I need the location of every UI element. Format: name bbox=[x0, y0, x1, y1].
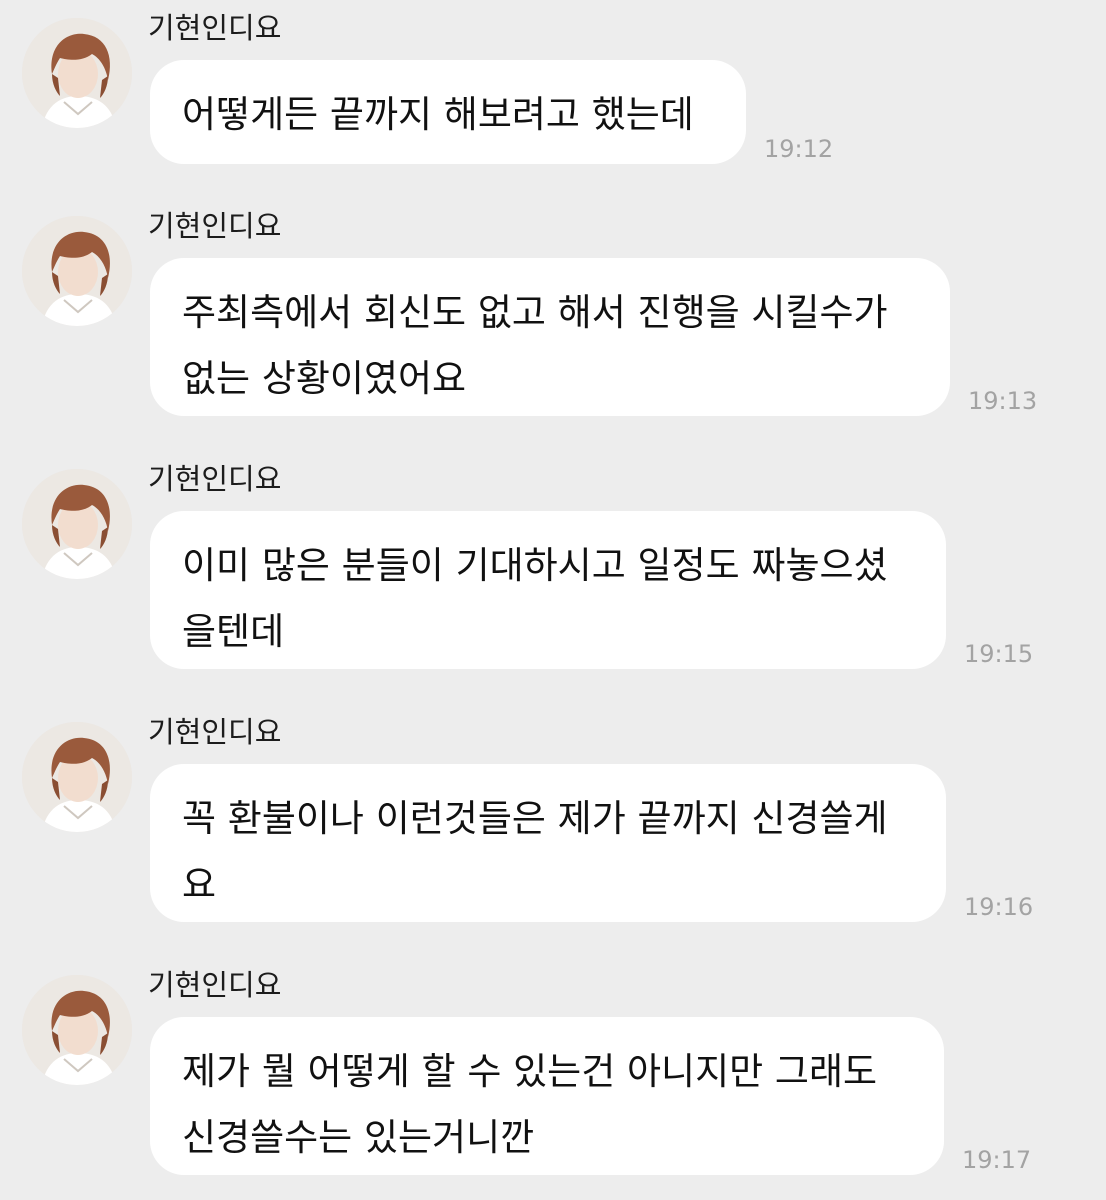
message-bubble[interactable]: 제가 뭘 어떻게 할 수 있는건 아니지만 그래도 신경쓸수는 있는거니깐 bbox=[150, 1017, 944, 1175]
profile-photo-icon bbox=[22, 18, 132, 128]
message-bubble[interactable]: 주최측에서 회신도 없고 해서 진행을 시킬수가 없는 상황이였어요 bbox=[150, 258, 950, 416]
message-time: 19:15 bbox=[964, 640, 1034, 668]
avatar[interactable] bbox=[22, 469, 132, 579]
message-time: 19:13 bbox=[968, 387, 1038, 415]
message-text: 이미 많은 분들이 기대하시고 일정도 짜놓으셨 bbox=[182, 544, 888, 587]
sender-name: 기현인디요 bbox=[148, 968, 282, 1002]
sender-name: 기현인디요 bbox=[148, 462, 282, 496]
message-text: 없는 상황이였어요 bbox=[182, 357, 467, 400]
avatar[interactable] bbox=[22, 722, 132, 832]
message-bubble[interactable]: 이미 많은 분들이 기대하시고 일정도 짜놓으셨 을텐데 bbox=[150, 511, 946, 669]
profile-photo-icon bbox=[22, 469, 132, 579]
profile-photo-icon bbox=[22, 216, 132, 326]
profile-photo-icon bbox=[22, 722, 132, 832]
message-text: 어떻게든 끝까지 해보려고 했는데 bbox=[182, 93, 694, 136]
chat-message-list[interactable]: 기현인디요 어떻게든 끝까지 해보려고 했는데 19:12 기현인디요 주최측에… bbox=[0, 0, 1106, 1200]
message-time: 19:16 bbox=[964, 893, 1034, 921]
message-group: 기현인디요 어떻게든 끝까지 해보려고 했는데 19:12 bbox=[0, 8, 1106, 168]
sender-name: 기현인디요 bbox=[148, 209, 282, 243]
message-text: 요 bbox=[182, 863, 217, 906]
message-text: 제가 뭘 어떻게 할 수 있는건 아니지만 그래도 bbox=[182, 1050, 878, 1093]
avatar[interactable] bbox=[22, 975, 132, 1085]
message-text: 신경쓸수는 있는거니깐 bbox=[182, 1116, 535, 1159]
sender-name: 기현인디요 bbox=[148, 715, 282, 749]
message-group: 기현인디요 주최측에서 회신도 없고 해서 진행을 시킬수가 없는 상황이였어요… bbox=[0, 206, 1106, 420]
message-text: 을텐데 bbox=[182, 610, 285, 653]
sender-name: 기현인디요 bbox=[148, 11, 282, 45]
profile-photo-icon bbox=[22, 975, 132, 1085]
message-bubble[interactable]: 꼭 환불이나 이런것들은 제가 끝까지 신경쓸게 요 bbox=[150, 764, 946, 922]
avatar[interactable] bbox=[22, 18, 132, 128]
message-group: 기현인디요 제가 뭘 어떻게 할 수 있는건 아니지만 그래도 신경쓸수는 있는… bbox=[0, 965, 1106, 1179]
avatar[interactable] bbox=[22, 216, 132, 326]
message-text: 꼭 환불이나 이런것들은 제가 끝까지 신경쓸게 bbox=[182, 797, 888, 840]
message-bubble[interactable]: 어떻게든 끝까지 해보려고 했는데 bbox=[150, 60, 746, 164]
message-group: 기현인디요 꼭 환불이나 이런것들은 제가 끝까지 신경쓸게 요 19:16 bbox=[0, 712, 1106, 926]
message-time: 19:17 bbox=[962, 1146, 1032, 1174]
message-time: 19:12 bbox=[764, 135, 834, 163]
message-group: 기현인디요 이미 많은 분들이 기대하시고 일정도 짜놓으셨 을텐데 19:15 bbox=[0, 459, 1106, 673]
message-text: 주최측에서 회신도 없고 해서 진행을 시킬수가 bbox=[182, 291, 888, 334]
